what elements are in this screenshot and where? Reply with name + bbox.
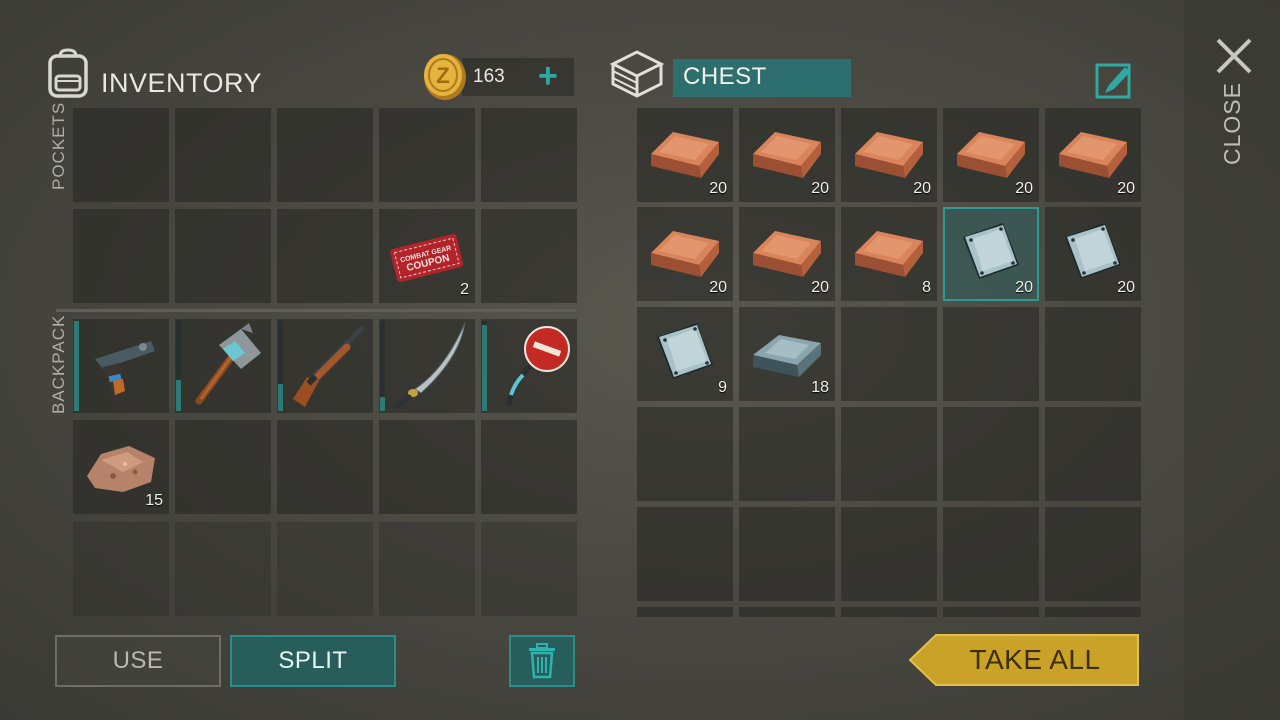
chest-title: CHEST — [673, 59, 851, 97]
inventory-header: INVENTORY Z 163 + — [44, 48, 576, 104]
empty-slot[interactable] — [175, 209, 271, 303]
add-coins-button[interactable]: + — [538, 59, 558, 93]
inventory-title: INVENTORY — [101, 68, 263, 98]
item-count: 20 — [811, 180, 829, 197]
empty-slot[interactable] — [841, 407, 937, 501]
empty-slot[interactable] — [739, 607, 835, 617]
empty-slot[interactable] — [637, 607, 733, 617]
copper-ingot-slot[interactable]: 20 — [1045, 108, 1141, 202]
take-all-button[interactable]: TAKE ALL — [908, 633, 1140, 687]
item-count: 20 — [913, 180, 931, 197]
empty-slot[interactable] — [175, 522, 271, 616]
metal-plate-slot[interactable]: 9 — [637, 307, 733, 401]
use-button[interactable]: USE — [55, 635, 221, 687]
katana-slot[interactable] — [379, 319, 475, 413]
pockets-label: POCKETS — [49, 101, 68, 190]
empty-slot[interactable] — [175, 108, 271, 202]
coin-balance: Z 163 + — [424, 54, 574, 100]
copper-ingot-slot[interactable]: 20 — [739, 108, 835, 202]
edit-icon[interactable] — [1095, 59, 1135, 99]
item-count: 15 — [145, 492, 163, 509]
empty-slot[interactable] — [277, 209, 373, 303]
metal-plate-slot[interactable]: 20 — [943, 207, 1039, 301]
empty-slot[interactable] — [1045, 307, 1141, 401]
empty-slot[interactable] — [277, 420, 373, 514]
pistol-icon — [95, 341, 155, 397]
item-count: 20 — [1015, 279, 1033, 296]
copper-ingot-slot[interactable]: 20 — [841, 108, 937, 202]
chest-icon — [609, 50, 665, 98]
section-divider — [56, 309, 576, 312]
empty-slot[interactable] — [277, 522, 373, 616]
item-count: 2 — [460, 281, 469, 298]
stop-sign-axe-slot[interactable] — [481, 319, 577, 413]
coin-count: 163 — [473, 66, 505, 87]
item-count: 20 — [709, 279, 727, 296]
empty-slot[interactable] — [943, 307, 1039, 401]
empty-slot[interactable] — [943, 407, 1039, 501]
hammer-slot[interactable] — [175, 319, 271, 413]
empty-slot[interactable] — [481, 108, 577, 202]
empty-slot[interactable] — [73, 522, 169, 616]
iron-ingot-slot[interactable]: 18 — [739, 307, 835, 401]
item-count: 20 — [1015, 180, 1033, 197]
empty-slot[interactable] — [637, 407, 733, 501]
empty-slot[interactable] — [739, 407, 835, 501]
empty-slot[interactable] — [841, 507, 937, 601]
katana-icon — [392, 322, 466, 410]
combat-gear-coupon-slot[interactable]: COMBAT GEAR COUPON 2 — [379, 209, 475, 303]
copper-ingot-slot[interactable]: 20 — [943, 108, 1039, 202]
empty-slot[interactable] — [379, 108, 475, 202]
split-button[interactable]: SPLIT — [230, 635, 396, 687]
empty-slot[interactable] — [481, 209, 577, 303]
empty-slot[interactable] — [943, 607, 1039, 617]
trash-button[interactable] — [509, 635, 575, 687]
metal-plate-slot[interactable]: 20 — [1045, 207, 1141, 301]
shotgun-icon — [293, 325, 365, 407]
close-icon[interactable] — [1212, 34, 1256, 78]
empty-slot[interactable] — [943, 507, 1039, 601]
item-count: 20 — [1117, 279, 1135, 296]
empty-slot[interactable] — [379, 420, 475, 514]
coin-icon: Z — [424, 54, 466, 100]
item-count: 18 — [811, 379, 829, 396]
empty-slot[interactable] — [1045, 407, 1141, 501]
item-count: 20 — [1117, 180, 1135, 197]
backpack-icon — [48, 48, 88, 98]
item-count: 20 — [709, 180, 727, 197]
hammer-icon — [195, 323, 261, 405]
empty-slot[interactable] — [1045, 507, 1141, 601]
empty-slot[interactable] — [73, 209, 169, 303]
pistol-slot[interactable] — [73, 319, 169, 413]
empty-slot[interactable] — [73, 108, 169, 202]
copper-ingot-slot[interactable]: 20 — [739, 207, 835, 301]
item-count: 9 — [718, 379, 727, 396]
item-count: 20 — [811, 279, 829, 296]
shotgun-slot[interactable] — [277, 319, 373, 413]
copper-ingot-slot[interactable]: 8 — [841, 207, 937, 301]
stop-sign-axe-icon — [506, 326, 570, 406]
empty-slot[interactable] — [175, 420, 271, 514]
copper-ingot-slot[interactable]: 20 — [637, 108, 733, 202]
empty-slot[interactable] — [841, 607, 937, 617]
empty-slot[interactable] — [637, 507, 733, 601]
backpack-label: BACKPACK — [49, 314, 68, 414]
empty-slot[interactable] — [481, 522, 577, 616]
empty-slot[interactable] — [481, 420, 577, 514]
empty-slot[interactable] — [1045, 607, 1141, 617]
svg-text:Z: Z — [436, 63, 449, 88]
take-all-label: TAKE ALL — [969, 644, 1101, 675]
item-count: 8 — [922, 279, 931, 296]
empty-slot[interactable] — [277, 108, 373, 202]
trash-icon — [529, 643, 555, 679]
empty-slot[interactable] — [841, 307, 937, 401]
empty-slot[interactable] — [739, 507, 835, 601]
ore-slot[interactable]: 15 — [73, 420, 169, 514]
copper-ingot-slot[interactable]: 20 — [637, 207, 733, 301]
empty-slot[interactable] — [379, 522, 475, 616]
close-label[interactable]: CLOSE — [1219, 82, 1246, 165]
